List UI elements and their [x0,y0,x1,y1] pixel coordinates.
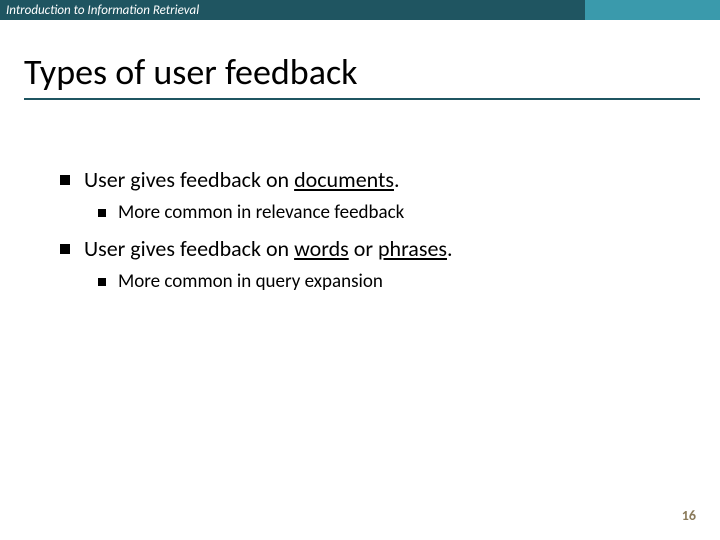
text-fragment: . [447,235,453,262]
header-right [585,0,720,20]
course-title: Introduction to Information Retrieval [6,3,199,18]
sub-bullet-text: More common in relevance feedback [118,201,404,226]
content-area: User gives feedback on documents. More c… [0,106,720,295]
square-bullet-icon [98,278,106,286]
text-underlined: words [294,235,349,262]
square-bullet-icon [60,175,70,185]
text-underlined: documents [294,166,394,193]
sub-bullet-item: More common in relevance feedback [98,201,680,226]
title-area: Types of user feedback [0,20,720,106]
bullet-item: User gives feedback on documents. [60,166,680,195]
bullet-text: User gives feedback on words or phrases. [84,235,453,264]
bullet-item: User gives feedback on words or phrases. [60,235,680,264]
title-underline [24,98,700,100]
text-fragment: . [394,166,400,193]
page-number: 16 [682,507,696,524]
bullet-text: User gives feedback on documents. [84,166,400,195]
sub-bullet-text: More common in query expansion [118,270,383,295]
text-underlined: phrases [378,235,447,262]
square-bullet-icon [60,244,70,254]
square-bullet-icon [98,209,106,217]
text-fragment: User gives feedback on [84,166,294,193]
header-bar: Introduction to Information Retrieval [0,0,720,20]
header-left: Introduction to Information Retrieval [0,0,585,20]
sub-bullet-item: More common in query expansion [98,270,680,295]
text-fragment: User gives feedback on [84,235,294,262]
slide-title: Types of user feedback [24,50,700,94]
text-fragment: or [349,235,378,262]
